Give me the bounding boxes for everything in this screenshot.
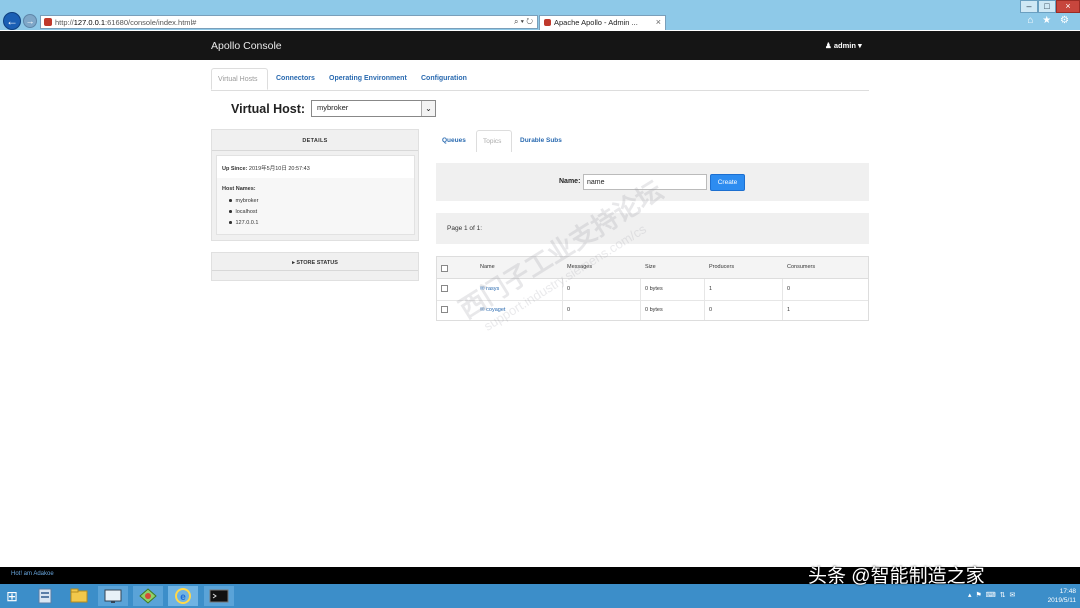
caret-down-icon: ▾ (858, 41, 862, 50)
list-item: mybroker (229, 198, 258, 204)
cell-consumers: 0 (787, 286, 791, 292)
column-header-producers[interactable]: Producers (709, 257, 734, 278)
virtual-host-value: mybroker (317, 103, 349, 112)
home-favorites-settings-icons[interactable]: ⌂ ★ ⚙ (1027, 15, 1072, 26)
tab-operating-environment[interactable]: Operating Environment (323, 68, 413, 90)
name-label: Name: (559, 178, 581, 185)
back-button[interactable]: ← (3, 12, 21, 30)
command-prompt-icon[interactable] (204, 586, 234, 606)
address-tools-icon[interactable]: ⌕ ▾ ↻ (514, 16, 533, 28)
server-manager-icon[interactable] (30, 586, 60, 606)
system-tray-icons[interactable]: ▴ ⚑ ⌨ ⇅ ✉ (968, 591, 1016, 599)
windows-start-icon[interactable]: ⊞ (2, 587, 22, 605)
cell-size: 0 bytes (645, 307, 663, 313)
forward-button[interactable]: → (23, 14, 37, 28)
minimize-button[interactable]: – (1020, 0, 1038, 13)
pagination-text: Page 1 of 1: (447, 225, 483, 232)
store-status-title[interactable]: ▸ STORE STATUS (212, 260, 418, 266)
cell-producers: 1 (709, 286, 713, 292)
site-favicon-icon (44, 18, 52, 26)
details-title: DETAILS (302, 138, 328, 144)
sub-tabs: Queues Topics Durable Subs (436, 130, 869, 152)
address-url: http://127.0.0.1:61680/console/index.htm… (55, 18, 197, 27)
browser-tab[interactable]: Apache Apollo - Admin ... × (539, 15, 666, 30)
svg-text:e: e (180, 592, 186, 603)
up-since-box: Up Since: 2019年5月10日 20:57:43 (217, 156, 414, 178)
source-overlay-text: 头条 @智能制造之家 (808, 566, 985, 587)
tab-queues[interactable]: Queues (436, 130, 472, 152)
chevron-down-icon: ⌄ (421, 101, 435, 116)
column-header-size[interactable]: Size (645, 257, 656, 278)
list-item: 127.0.0.1 (229, 220, 258, 226)
up-since: Up Since: 2019年5月10日 20:57:43 (222, 166, 310, 172)
divider (212, 150, 418, 151)
file-explorer-icon[interactable] (64, 586, 94, 606)
list-item: localhost (229, 209, 257, 215)
internet-explorer-icon[interactable]: e (168, 586, 198, 606)
cell-producers: 0 (709, 307, 713, 313)
column-header-consumers[interactable]: Consumers (787, 257, 815, 278)
tab-title: Apache Apollo - Admin ... (554, 18, 638, 27)
row-checkbox[interactable] (441, 285, 448, 292)
cell-size: 0 bytes (645, 286, 663, 292)
tab-configuration[interactable]: Configuration (415, 68, 473, 90)
app-icon[interactable] (133, 586, 163, 606)
tab-durable-subs[interactable]: Durable Subs (514, 130, 568, 152)
address-bar[interactable]: http://127.0.0.1:61680/console/index.htm… (40, 15, 538, 29)
store-status-panel[interactable]: ▸ STORE STATUS (211, 252, 419, 281)
window-close-button[interactable]: × (1056, 0, 1080, 13)
cell-consumers: 1 (787, 307, 791, 313)
user-name: admin (833, 41, 856, 50)
user-icon: ♟ (825, 41, 832, 50)
user-menu[interactable]: ♟ admin ▾ (825, 41, 862, 50)
details-body: Up Since: 2019年5月10日 20:57:43 Host Names… (216, 155, 415, 235)
tab-virtual-hosts[interactable]: Virtual Hosts (211, 68, 268, 90)
tab-favicon-icon (544, 19, 551, 26)
app-navbar: Apollo Console ♟ admin ▾ (0, 31, 1080, 60)
clock-date: 2019/5/11 (1047, 597, 1076, 604)
details-panel: DETAILS Up Since: 2019年5月10日 20:57:43 Ho… (211, 129, 419, 241)
tab-close-icon[interactable]: × (656, 16, 661, 29)
browser-chrome: – □ × ← → http://127.0.0.1:61680/console… (0, 0, 1080, 30)
remote-desktop-icon[interactable] (98, 586, 128, 606)
main-tabs: Virtual Hosts Connectors Operating Envir… (211, 68, 869, 91)
host-names-label: Host Names: (222, 186, 256, 192)
clock-time: 17:48 (1059, 588, 1076, 595)
brand-title[interactable]: Apollo Console (211, 40, 282, 52)
cell-messages: 0 (567, 307, 571, 313)
virtual-host-select[interactable]: mybroker ⌄ (311, 100, 436, 117)
select-all-checkbox[interactable] (441, 265, 448, 272)
maximize-button[interactable]: □ (1038, 0, 1056, 13)
tab-connectors[interactable]: Connectors (270, 68, 321, 90)
clock[interactable]: 17:48 2019/5/11 (1048, 587, 1076, 605)
status-text: Hot! am Adakoe (11, 571, 54, 577)
tab-topics[interactable]: Topics (476, 130, 512, 152)
create-button[interactable]: Create (710, 174, 745, 191)
divider (212, 270, 418, 271)
virtual-host-label: Virtual Host: (231, 102, 306, 116)
